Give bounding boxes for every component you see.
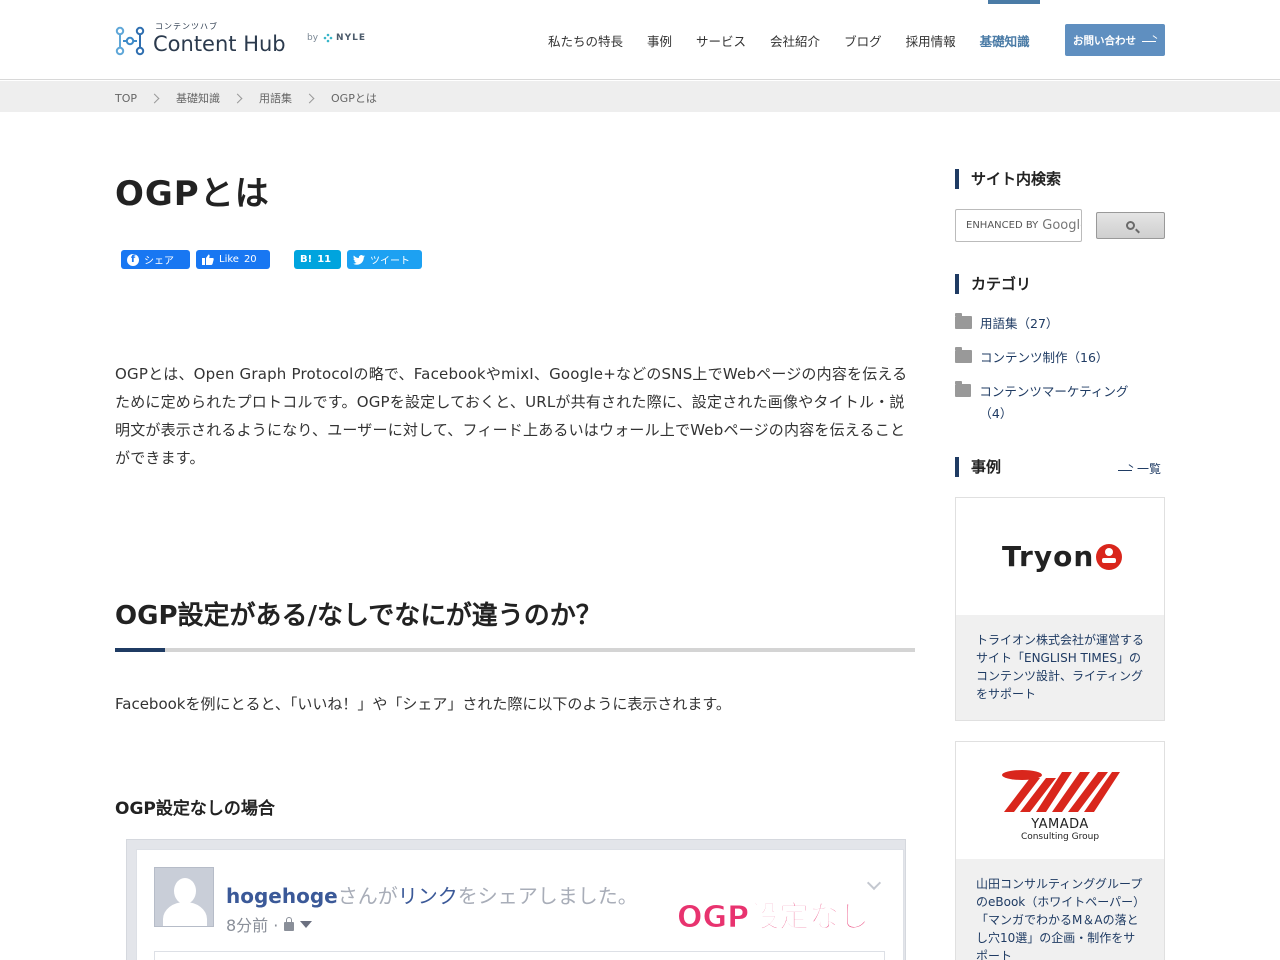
post-link-text: リンク [397,884,458,908]
nav-item-features[interactable]: 私たちの特長 [548,31,623,50]
active-nav-indicator [988,0,1040,4]
lock-icon [284,916,295,931]
default-avatar-icon [154,867,214,927]
breadcrumb-bar: TOP 基礎知識 用語集 OGPとは [0,81,1280,112]
facebook-post-screenshot: hogehogeさんがリンクをシェアしました。 8分前 · OGP設定なし [126,839,906,960]
breadcrumb-current: OGPとは [331,92,377,105]
case-card-tryon[interactable]: Tryon トライオン株式会社が運営するサイト「ENGLISH TIMES」のコ… [955,497,1165,721]
breadcrumb-top[interactable]: TOP [115,92,137,105]
cases-more-link[interactable]: 一覧 [1118,460,1161,477]
search-button[interactable] [1096,212,1165,239]
case-description: トライオン株式会社が運営するサイト「ENGLISH TIMES」のコンテンツ設計… [976,633,1145,701]
sidebar-cases-title: 事例 [955,457,1001,477]
category-label: コンテンツ制作（16） [980,350,1109,365]
logo-subtitle: コンテンツハブ [155,22,218,31]
post-meta: 8分前 · [226,912,313,936]
by-label: by [307,33,319,43]
facebook-post-card: hogehogeさんがリンクをシェアしました。 8分前 · OGP設定なし [136,849,904,960]
sidebar-category-title: カテゴリ [955,274,1031,294]
post-text-1: さんが [337,884,398,908]
nyle-logo-icon [323,33,333,43]
yamada-logo-text: YAMADA [1031,817,1089,832]
google-label: Google [1042,218,1081,233]
subsection-heading: OGP設定なしの場合 [115,799,275,819]
heading-underline [115,648,915,652]
folder-icon [955,313,972,329]
search-icon [1126,221,1135,230]
sidebar-search-title: サイト内検索 [955,169,1061,189]
content-hub-logo-icon [115,26,145,56]
facebook-like-button[interactable]: Like 20 [196,250,270,269]
ogp-overlay-label: OGP設定なし [676,900,870,936]
tryon-logo-text: Tryon [1002,540,1095,573]
case-logo: YAMADA Consulting Group [956,742,1164,859]
tryon-logo: Tryon [1002,540,1123,573]
site-logo[interactable]: コンテンツハブ Content Hub [115,22,286,56]
post-time: 8分前 · [226,916,279,935]
chevron-right-icon [149,93,160,103]
nav-item-basics[interactable]: 基礎知識 [980,31,1030,50]
search-placeholder: ENHANCED BY [966,220,1039,231]
facebook-icon: f [127,253,139,266]
nav-item-company[interactable]: 会社紹介 [770,31,820,50]
category-item-glossary[interactable]: 用語集（27） [955,313,1058,335]
post-header-text: hogehogeさんがリンクをシェアしました。 [226,880,638,909]
hatena-bookmark-button[interactable]: B! 11 [294,250,341,269]
facebook-share-label: シェア [144,256,174,267]
nav-item-services[interactable]: サービス [696,31,746,50]
nav-item-recruit[interactable]: 採用情報 [906,31,956,50]
page-title: OGPとは [115,174,270,214]
chevron-right-icon [304,93,315,103]
breadcrumb-glossary[interactable]: 用語集 [259,90,292,106]
folder-icon [955,347,972,363]
nav-item-cases[interactable]: 事例 [647,31,672,50]
section-paragraph: Facebookを例にとると、「いいね！」や「シェア」された際に以下のように表示… [115,695,731,713]
chevron-right-icon [232,93,243,103]
logo-title: Content Hub [153,32,286,56]
link-preview-box [154,951,885,960]
site-search-input[interactable]: ENHANCED BY Google [955,209,1082,242]
category-item-content-marketing[interactable]: コンテンツマーケティング（4） [955,381,1155,425]
like-count: 20 [243,254,257,265]
company-credit[interactable]: by NYLE [307,33,366,43]
tweet-button[interactable]: ツイート [347,250,422,269]
nyle-label: NYLE [336,33,366,43]
case-description: 山田コンサルティンググループのeBook（ホワイトペーパー）「マンガでわかるM＆… [976,877,1143,960]
folder-icon [955,381,972,397]
arrow-right-icon [1118,466,1134,472]
category-label: 用語集（27） [980,316,1059,331]
breadcrumb-basics[interactable]: 基礎知識 [176,90,220,106]
facebook-share-button[interactable]: f シェア [121,250,190,269]
category-label: コンテンツマーケティング（4） [979,384,1129,421]
cases-more-label: 一覧 [1137,462,1162,476]
yamada-logo-subtext: Consulting Group [1020,832,1100,842]
yamada-logo-icon [1002,770,1120,812]
hatena-icon: B! [300,254,313,265]
twitter-bird-icon [353,254,365,265]
post-user-name: hogehoge [226,884,338,908]
like-label: Like [219,254,239,265]
chevron-down-icon [866,875,882,891]
contact-button-label: お問い合わせ [1073,34,1136,47]
contact-button[interactable]: お問い合わせ [1065,24,1165,56]
site-header: コンテンツハブ Content Hub by NYLE 私たちの特長 事例 サー… [0,0,1280,80]
tweet-label: ツイート [370,256,410,267]
hatena-count: 11 [317,254,332,265]
section-heading: OGP設定がある/なしでなにが違うのか？ [115,601,602,631]
case-card-yamada[interactable]: YAMADA Consulting Group 山田コンサルティンググループのe… [955,741,1165,960]
caret-down-icon [300,920,313,928]
share-buttons: f シェア Like 20 B! 11 ツイート [121,250,422,269]
heading-underline-accent [115,648,165,652]
main-nav: 私たちの特長 事例 サービス 会社紹介 ブログ 採用情報 基礎知識 [548,31,1054,50]
lead-paragraph: OGPとは、Open Graph Protocolの略で、Facebookやmi… [115,365,908,467]
arrow-right-icon [1142,37,1158,43]
category-item-content-production[interactable]: コンテンツ制作（16） [955,347,1108,369]
tryon-logo-icon [1096,543,1123,570]
post-text-2: をシェアしました。 [457,884,638,908]
breadcrumb: TOP 基礎知識 用語集 OGPとは [115,90,377,106]
nav-item-blog[interactable]: ブログ [844,31,882,50]
thumbs-up-icon [202,254,214,265]
case-logo: Tryon [956,498,1164,615]
